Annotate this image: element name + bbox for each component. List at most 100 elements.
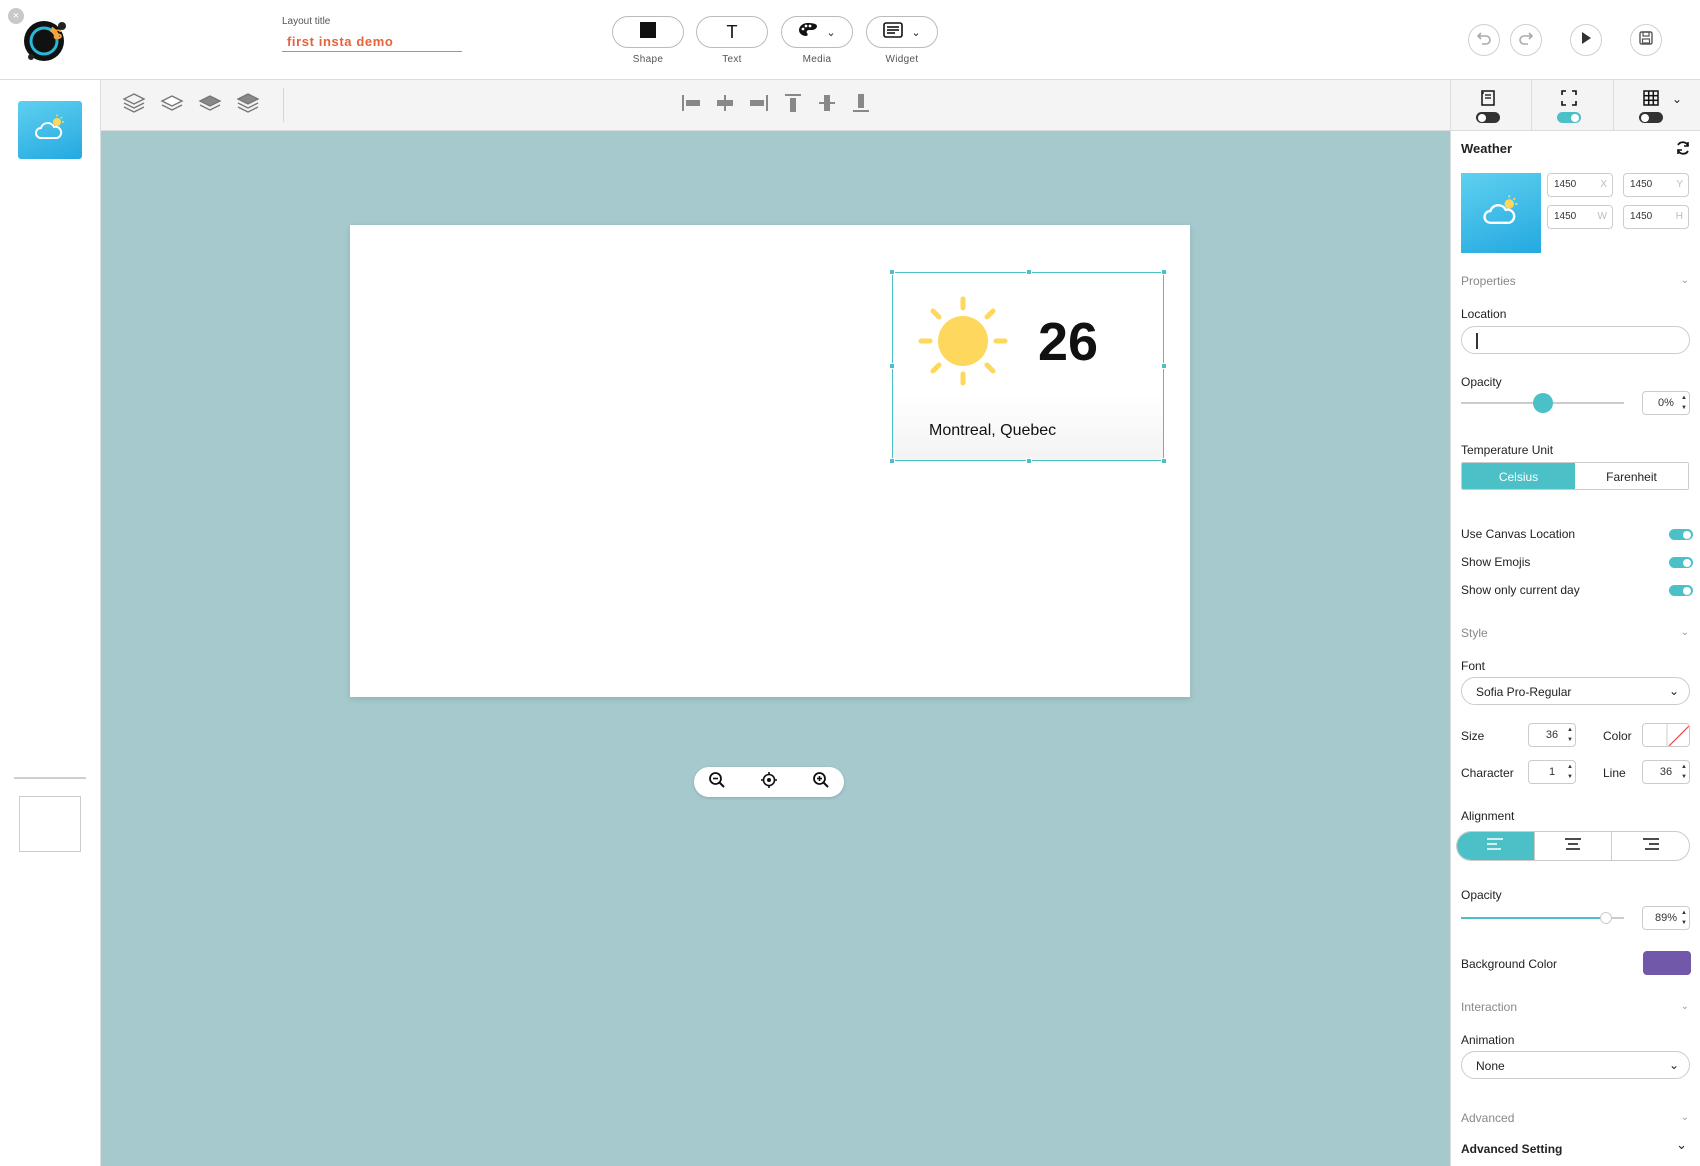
svg-text:S: S	[53, 26, 62, 42]
chevron-down-icon[interactable]: ⌄	[1681, 1112, 1689, 1123]
font-select[interactable]: Sofia Pro-Regular ⌄	[1461, 677, 1690, 705]
align-center-h-button[interactable]	[713, 93, 737, 117]
preview-button[interactable]	[1570, 24, 1602, 56]
align-right-button[interactable]	[747, 93, 771, 117]
x-value: 1450	[1554, 179, 1577, 190]
artboard[interactable]: 26 Montreal, Quebec	[350, 225, 1190, 697]
chevron-down-icon[interactable]: ⌄	[1672, 92, 1682, 106]
weather-cloud-icon	[33, 114, 67, 147]
opacity-slider-thumb[interactable]	[1532, 393, 1553, 413]
w-axis-label: W	[1597, 211, 1607, 222]
background-color-swatch[interactable]	[1643, 951, 1691, 975]
resize-handle[interactable]	[1026, 458, 1032, 464]
size-value: 36	[1545, 729, 1559, 741]
show-emojis-label: Show Emojis	[1461, 555, 1531, 569]
toolbar-divider	[283, 88, 284, 122]
text-tool[interactable]: T Text	[696, 16, 768, 65]
slides-rail	[0, 80, 101, 1166]
shape-tool[interactable]: Shape	[612, 16, 684, 65]
redo-icon	[1518, 30, 1534, 51]
use-canvas-location-toggle[interactable]	[1669, 529, 1693, 540]
text-color-swatch[interactable]	[1642, 723, 1690, 747]
height-field[interactable]: 1450 H	[1623, 205, 1689, 229]
resize-handle[interactable]	[1161, 363, 1167, 369]
target-icon	[760, 771, 778, 794]
x-coordinate-field[interactable]: 1450 X	[1547, 173, 1613, 197]
layout-title-input[interactable]	[282, 32, 462, 52]
refresh-icon[interactable]	[1675, 140, 1691, 161]
chevron-down-icon[interactable]: ⌄	[1681, 1001, 1689, 1012]
canvas-area[interactable]: 26 Montreal, Quebec	[101, 131, 1450, 1166]
stepper-icon[interactable]: ▲ ▼	[1681, 762, 1687, 782]
send-to-back-button[interactable]	[235, 92, 261, 118]
style-opacity-slider-thumb[interactable]	[1600, 912, 1613, 924]
celsius-option[interactable]: Celsius	[1462, 463, 1575, 489]
animation-select[interactable]: None ⌄	[1461, 1051, 1690, 1079]
align-text-right-button[interactable]	[1612, 832, 1689, 860]
undo-button[interactable]	[1468, 24, 1500, 56]
align-middle-icon	[816, 92, 838, 119]
media-tool[interactable]: ⌄ Media	[781, 16, 853, 65]
tab-notes[interactable]	[1451, 80, 1531, 131]
slide-thumbnail-empty[interactable]	[19, 796, 81, 852]
show-emojis-toggle[interactable]	[1669, 557, 1693, 568]
stepper-icon[interactable]: ▲ ▼	[1681, 393, 1687, 413]
align-bottom-button[interactable]	[849, 93, 873, 117]
save-button[interactable]	[1630, 24, 1662, 56]
zoom-fit-button[interactable]	[760, 771, 778, 794]
text-align-center-icon	[1563, 836, 1583, 857]
bring-to-front-button[interactable]	[121, 92, 147, 118]
width-field[interactable]: 1450 W	[1547, 205, 1613, 229]
advanced-section-header[interactable]: Advanced	[1461, 1111, 1514, 1125]
farenheit-option[interactable]: Farenheit	[1575, 463, 1688, 489]
tab-grid[interactable]: ⌄	[1614, 80, 1694, 131]
widget-tool[interactable]: ⌄ Widget	[866, 16, 938, 65]
properties-section-header[interactable]: Properties	[1461, 274, 1516, 288]
chevron-down-icon[interactable]: ⌄	[1681, 275, 1689, 286]
opacity-input[interactable]: 0% ▲ ▼	[1642, 391, 1690, 415]
zoom-in-icon	[812, 771, 830, 794]
widget-title: Weather	[1461, 141, 1513, 156]
bounds-toggle[interactable]	[1557, 112, 1581, 123]
resize-handle[interactable]	[1161, 269, 1167, 275]
size-input[interactable]: 36 ▲ ▼	[1528, 723, 1576, 747]
align-text-center-button[interactable]	[1535, 832, 1613, 860]
align-left-button[interactable]	[679, 93, 703, 117]
slide-thumbnail-active[interactable]	[18, 101, 82, 159]
resize-handle[interactable]	[889, 458, 895, 464]
line-height-input[interactable]: 36 ▲ ▼	[1642, 760, 1690, 784]
interaction-section-header[interactable]: Interaction	[1461, 1000, 1517, 1014]
align-left-icon	[680, 92, 702, 119]
app-logo: S	[18, 16, 72, 64]
y-coordinate-field[interactable]: 1450 Y	[1623, 173, 1689, 197]
show-current-day-toggle[interactable]	[1669, 585, 1693, 596]
chevron-down-icon[interactable]: ⌄	[1676, 1137, 1687, 1153]
notes-toggle[interactable]	[1476, 112, 1500, 123]
temperature-value: 26	[1038, 312, 1099, 372]
character-spacing-input[interactable]: 1 ▲ ▼	[1528, 760, 1576, 784]
tab-bounds[interactable]	[1532, 80, 1612, 131]
send-backward-button[interactable]	[197, 92, 223, 118]
grid-toggle[interactable]	[1639, 112, 1663, 123]
style-opacity-input[interactable]: 89% ▲ ▼	[1642, 906, 1690, 930]
chevron-down-icon[interactable]: ⌄	[1681, 627, 1689, 638]
resize-handle[interactable]	[1161, 458, 1167, 464]
align-middle-button[interactable]	[815, 93, 839, 117]
align-top-button[interactable]	[781, 93, 805, 117]
resize-handle[interactable]	[889, 269, 895, 275]
location-input[interactable]	[1461, 326, 1690, 354]
zoom-in-button[interactable]	[812, 771, 830, 794]
advanced-setting-label[interactable]: Advanced Setting	[1461, 1142, 1562, 1156]
align-text-left-button[interactable]	[1457, 832, 1535, 860]
stepper-icon[interactable]: ▲ ▼	[1681, 908, 1687, 928]
grid-icon	[1642, 89, 1660, 112]
bring-forward-button[interactable]	[159, 92, 185, 118]
zoom-out-button[interactable]	[708, 771, 726, 791]
stepper-icon[interactable]: ▲ ▼	[1567, 725, 1573, 745]
stepper-icon[interactable]: ▲ ▼	[1567, 762, 1573, 782]
redo-button[interactable]	[1510, 24, 1542, 56]
resize-handle[interactable]	[1026, 269, 1032, 275]
weather-widget[interactable]: 26 Montreal, Quebec	[889, 269, 1167, 464]
resize-handle[interactable]	[889, 363, 895, 369]
style-section-header[interactable]: Style	[1461, 626, 1488, 640]
